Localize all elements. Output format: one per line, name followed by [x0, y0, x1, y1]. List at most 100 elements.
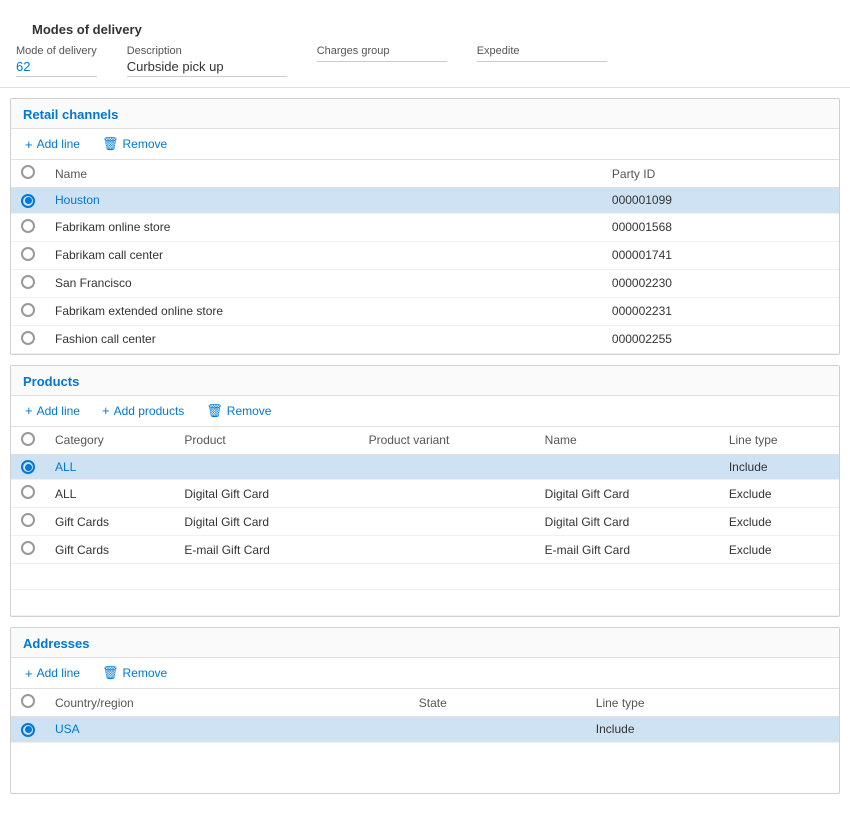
page-container: Modes of delivery Mode of delivery 62 De… — [0, 0, 850, 814]
retail-table-row[interactable]: Fabrikam online store 000001568 — [11, 213, 839, 241]
products-variant-col-header: Product variant — [359, 427, 535, 455]
products-row-variant — [359, 508, 535, 536]
products-empty-row — [11, 564, 839, 590]
retail-table-row[interactable]: Fabrikam extended online store 000002231 — [11, 297, 839, 325]
retail-name-col-header: Name — [45, 160, 602, 188]
products-row-radio-cell — [11, 536, 45, 564]
products-row-variant — [359, 536, 535, 564]
products-row-linetype: Include — [719, 454, 839, 480]
trash-icon: 🗑 — [102, 136, 119, 152]
addresses-add-line-button[interactable]: + Add line — [21, 664, 84, 683]
products-row-category: Gift Cards — [45, 536, 174, 564]
retail-row-radio[interactable] — [21, 331, 35, 345]
products-row-name: Digital Gift Card — [535, 508, 719, 536]
products-section: Products + Add line + Add products 🗑 Rem… — [10, 365, 840, 618]
charges-value — [317, 59, 447, 62]
retail-channels-table: Name Party ID Houston 000001099 Fabrikam… — [11, 160, 839, 354]
products-row-radio-cell — [11, 454, 45, 480]
mode-field-group: Mode of delivery 62 — [16, 45, 97, 77]
addresses-row-radio[interactable] — [21, 723, 35, 737]
products-table: Category Product Product variant Name Li… — [11, 427, 839, 617]
retail-remove-button[interactable]: 🗑 Remove — [98, 134, 171, 154]
retail-table-row[interactable]: San Francisco 000002230 — [11, 269, 839, 297]
retail-table-row[interactable]: Houston 000001099 — [11, 188, 839, 214]
plus-icon: + — [25, 137, 33, 152]
mode-label: Mode of delivery — [16, 45, 97, 57]
addresses-row-country: USA — [45, 717, 409, 743]
retail-row-radio-cell — [11, 297, 45, 325]
products-row-variant — [359, 480, 535, 508]
products-row-radio-cell — [11, 480, 45, 508]
addresses-state-col-header: State — [409, 689, 586, 717]
products-row-radio[interactable] — [21, 541, 35, 555]
addresses-add-line-label: Add line — [37, 666, 80, 680]
retail-header-radio[interactable] — [21, 165, 35, 179]
mode-value: 62 — [16, 59, 97, 77]
products-row-category: ALL — [45, 480, 174, 508]
retail-row-radio[interactable] — [21, 194, 35, 208]
products-header-radio[interactable] — [21, 432, 35, 446]
addresses-remove-button[interactable]: 🗑 Remove — [98, 663, 171, 683]
products-row-linetype: Exclude — [719, 480, 839, 508]
addresses-empty-space — [11, 743, 839, 793]
addresses-row-radio-cell — [11, 717, 45, 743]
products-row-category: Gift Cards — [45, 508, 174, 536]
products-row-linetype: Exclude — [719, 508, 839, 536]
retail-channels-title: Retail channels — [11, 99, 839, 129]
products-row-radio[interactable] — [21, 460, 35, 474]
expedite-label: Expedite — [477, 45, 607, 57]
products-table-row[interactable]: ALL Include — [11, 454, 839, 480]
retail-row-radio-cell — [11, 241, 45, 269]
plus-icon-4: + — [25, 666, 33, 681]
expedite-value — [477, 59, 607, 62]
products-row-radio[interactable] — [21, 513, 35, 527]
retail-row-radio-cell — [11, 269, 45, 297]
products-table-row[interactable]: ALL Digital Gift Card Digital Gift Card … — [11, 480, 839, 508]
products-name-col-header: Name — [535, 427, 719, 455]
products-add-products-button[interactable]: + Add products — [98, 401, 188, 420]
products-remove-button[interactable]: 🗑 Remove — [202, 401, 275, 421]
retail-row-radio[interactable] — [21, 219, 35, 233]
products-row-category-link[interactable]: ALL — [55, 460, 76, 474]
retail-row-partyid: 000001568 — [602, 213, 839, 241]
addresses-country-col-header: Country/region — [45, 689, 409, 717]
retail-partyid-col-header: Party ID — [602, 160, 839, 188]
addresses-table-row[interactable]: USA Include — [11, 717, 839, 743]
retail-row-name-link[interactable]: Houston — [55, 193, 100, 207]
retail-row-radio[interactable] — [21, 247, 35, 261]
retail-row-radio[interactable] — [21, 275, 35, 289]
retail-table-row[interactable]: Fabrikam call center 000001741 — [11, 241, 839, 269]
products-row-product — [174, 454, 358, 480]
plus-icon-3: + — [102, 403, 110, 418]
retail-add-line-button[interactable]: + Add line — [21, 135, 84, 154]
products-add-products-label: Add products — [114, 404, 185, 418]
addresses-row-linetype: Include — [586, 717, 839, 743]
charges-label: Charges group — [317, 45, 447, 57]
retail-table-row[interactable]: Fashion call center 000002255 — [11, 325, 839, 353]
addresses-row-country-link[interactable]: USA — [55, 722, 80, 736]
retail-row-radio-cell — [11, 213, 45, 241]
products-row-name: Digital Gift Card — [535, 480, 719, 508]
retail-row-partyid: 000002230 — [602, 269, 839, 297]
retail-row-partyid: 000001741 — [602, 241, 839, 269]
products-table-row[interactable]: Gift Cards E-mail Gift Card E-mail Gift … — [11, 536, 839, 564]
trash-icon-2: 🗑 — [206, 403, 223, 419]
desc-value: Curbside pick up — [127, 59, 287, 77]
products-table-row[interactable]: Gift Cards Digital Gift Card Digital Gif… — [11, 508, 839, 536]
products-empty-row — [11, 590, 839, 616]
addresses-table: Country/region State Line type USA Inclu… — [11, 689, 839, 743]
products-linetype-col-header: Line type — [719, 427, 839, 455]
retail-row-radio-cell — [11, 325, 45, 353]
modes-section: Modes of delivery Mode of delivery 62 De… — [0, 10, 850, 88]
products-add-line-button[interactable]: + Add line — [21, 401, 84, 420]
retail-row-name: Fabrikam extended online store — [45, 297, 602, 325]
retail-row-partyid: 000002255 — [602, 325, 839, 353]
products-title: Products — [11, 366, 839, 396]
addresses-header-radio[interactable] — [21, 694, 35, 708]
retail-row-name: Houston — [45, 188, 602, 214]
products-row-product: E-mail Gift Card — [174, 536, 358, 564]
products-add-line-label: Add line — [37, 404, 80, 418]
products-row-product: Digital Gift Card — [174, 480, 358, 508]
retail-row-radio[interactable] — [21, 303, 35, 317]
products-row-radio[interactable] — [21, 485, 35, 499]
